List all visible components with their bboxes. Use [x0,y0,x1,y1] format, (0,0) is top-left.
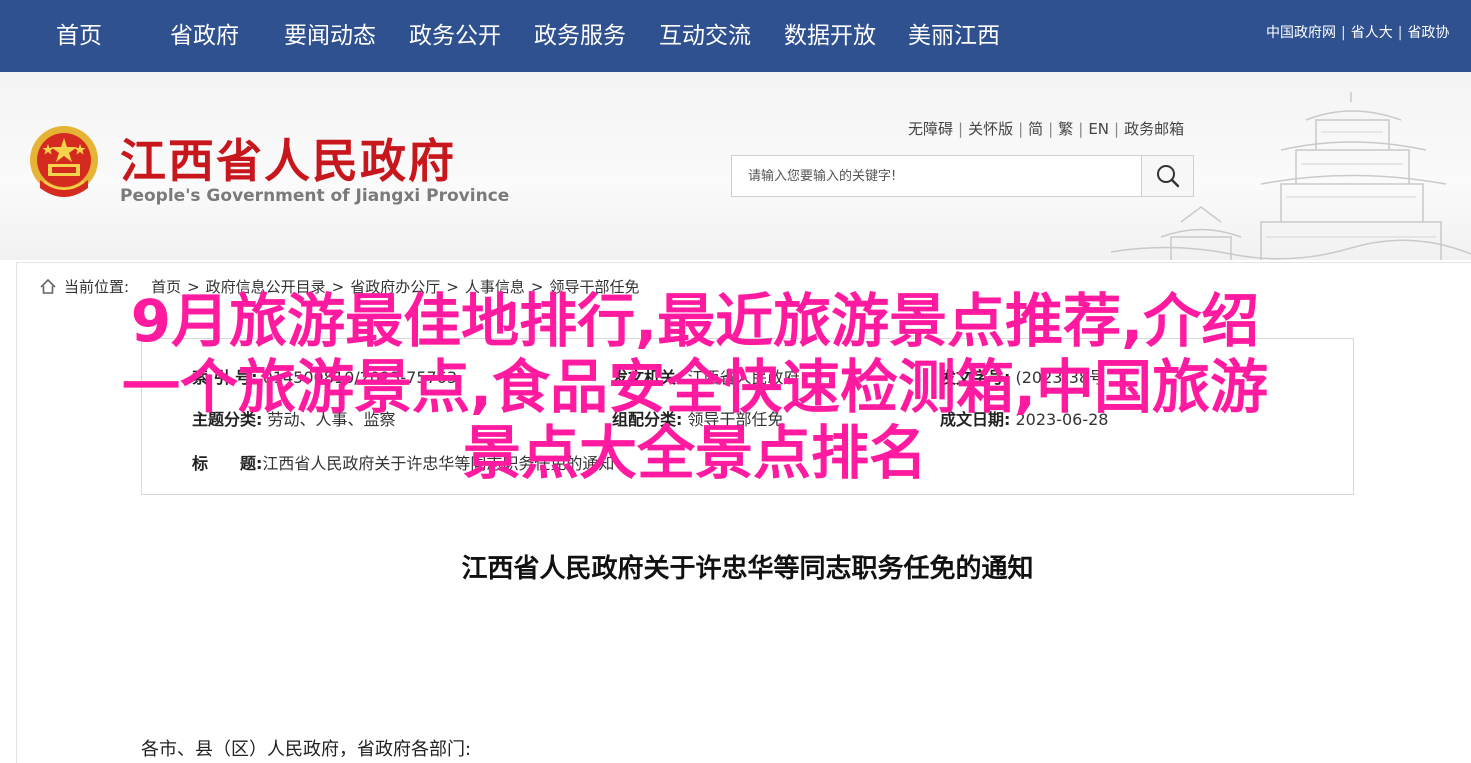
site-subtitle: People's Government of Jiangxi Province [120,186,510,206]
home-icon [40,279,56,294]
info-docno: 发文字号: (2023)38号 [940,364,1105,388]
breadcrumb-separator: > [530,278,544,296]
breadcrumb-home[interactable]: 首页 [151,278,181,296]
breadcrumb-separator: > [187,278,200,296]
info-date-label: 成文日期: [940,410,1011,429]
separator: | [1018,120,1024,138]
document-title: 江西省人民政府关于许忠华等同志职务任免的通知 [461,554,1034,584]
separator: | [1048,120,1054,138]
info-docno-value: (2023)38号 [1015,368,1106,387]
breadcrumb-cadre-appointments[interactable]: 领导干部任免 [549,278,639,296]
site-header: 江西省人民政府 People's Government of Jiangxi P… [0,72,1471,260]
info-date-value: 2023-06-28 [1015,410,1109,429]
separator: | [1341,25,1346,41]
nav-beautiful-jiangxi[interactable]: 美丽江西 [908,0,1000,72]
info-category-value: 领导干部任免 [687,410,784,429]
info-index-value: 014500810/2023-75763 [262,368,458,387]
search-button[interactable] [1141,156,1193,196]
info-index-label: 索 引 号: [192,368,258,387]
info-issuer-value: 江西省人民政府 [687,368,800,387]
search-box [731,155,1194,197]
separator: | [1397,25,1403,41]
info-date: 成文日期: 2023-06-28 [940,406,1108,430]
info-topic: 主题分类: 劳动、人事、监察 [192,406,396,430]
info-category: 组配分类: 领导干部任免 [612,406,784,430]
link-care-mode[interactable]: 关怀版 [968,120,1013,138]
info-docno-label: 发文字号: [940,368,1011,387]
breadcrumb-label: 当前位置: [64,278,130,296]
link-barrier-free[interactable]: 无障碍 [908,120,953,138]
link-provincial-cppcc[interactable]: 省政协 [1407,25,1449,41]
breadcrumb-info-catalog[interactable]: 政府信息公开目录 [206,278,326,296]
top-right-links: 中国政府网 | 省人大 | 省政协 [1266,22,1471,42]
top-nav-bar: 首页 省政府 要闻动态 政务公开 政务服务 互动交流 数据开放 美丽江西 中国政… [0,0,1471,72]
nav-news[interactable]: 要闻动态 [284,0,376,72]
info-issuer: 发文机关: 江西省人民政府 [612,364,800,388]
link-english[interactable]: EN [1088,120,1109,138]
site-title[interactable]: 江西省人民政府 [120,125,456,191]
info-subject-label: 标 题: [192,454,263,473]
search-input[interactable] [732,156,1142,196]
link-gov-mailbox[interactable]: 政务邮箱 [1124,120,1184,138]
separator: | [1114,120,1120,138]
info-category-label: 组配分类: [612,410,683,429]
document-salutation: 各市、县（区）人民政府，省政府各部门: [141,739,472,760]
accessibility-links: 无障碍 | 关怀版 | 简 | 繁 | EN | 政务邮箱 [908,118,1184,139]
link-china-gov[interactable]: 中国政府网 [1266,25,1336,41]
breadcrumb-personnel-info[interactable]: 人事信息 [465,278,525,296]
link-provincial-congress[interactable]: 省人大 [1351,25,1393,41]
nav-province-gov[interactable]: 省政府 [170,0,239,72]
nav-gov-affairs-open[interactable]: 政务公开 [409,0,501,72]
nav-data-open[interactable]: 数据开放 [784,0,876,72]
info-topic-value: 劳动、人事、监察 [267,410,396,429]
info-topic-label: 主题分类: [192,410,263,429]
separator: | [1078,120,1084,138]
breadcrumb-general-office[interactable]: 省政府办公厅 [350,278,440,296]
nav-gov-services[interactable]: 政务服务 [534,0,626,72]
info-subject-value: 江西省人民政府关于许忠华等同志职务任免的通知 [262,454,615,473]
nav-home[interactable]: 首页 [56,0,102,72]
search-icon [1157,165,1180,188]
info-subject: 标 题:江西省人民政府关于许忠华等同志职务任免的通知 [192,450,614,474]
breadcrumb-separator: > [446,278,459,296]
breadcrumb: 当前位置: 首页 > 政府信息公开目录 > 省政府办公厅 > 人事信息 > 领导干部任免 [40,276,645,297]
breadcrumb-separator: > [331,278,345,296]
national-emblem-logo [30,126,98,197]
separator: | [958,120,964,138]
link-simplified[interactable]: 简 [1028,120,1043,138]
info-index: 索 引 号: 014500810/2023-75763 [192,364,457,388]
link-traditional[interactable]: 繁 [1058,120,1073,138]
nav-interaction[interactable]: 互动交流 [659,0,751,72]
info-issuer-label: 发文机关: [612,368,683,387]
